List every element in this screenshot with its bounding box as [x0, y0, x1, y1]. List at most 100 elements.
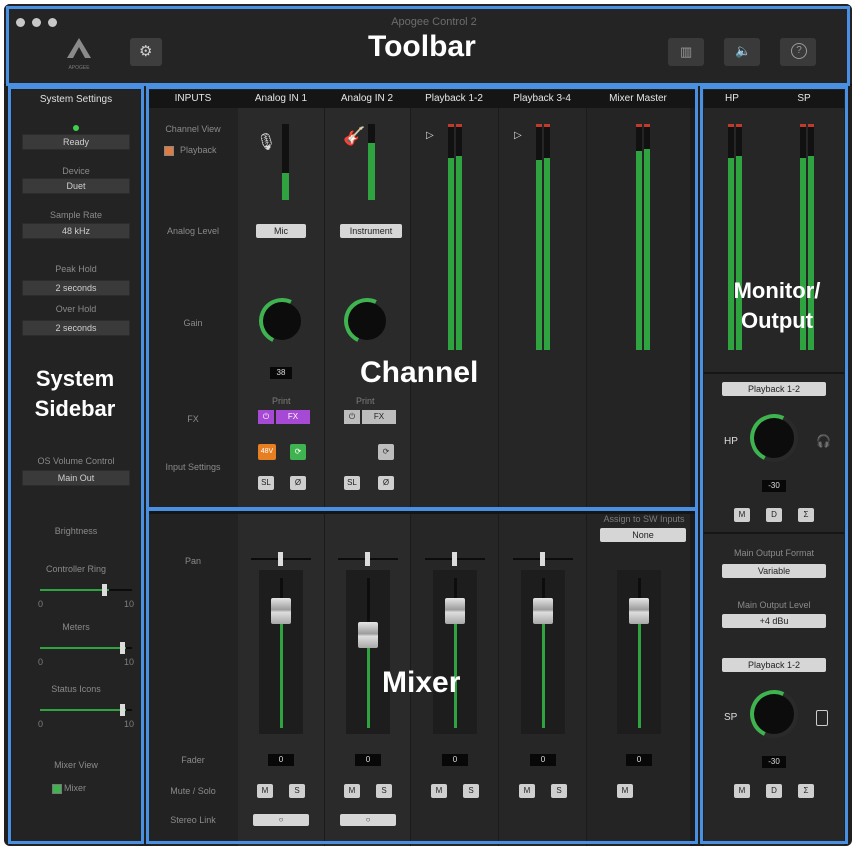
peak-hold-select[interactable]: 2 seconds: [22, 280, 130, 296]
in2-fx-power-button[interactable]: ⏻: [344, 410, 360, 424]
speaker-icon: 🔈: [735, 43, 752, 58]
meters-view-button[interactable]: ▥: [668, 38, 704, 66]
meters-slider[interactable]: [40, 642, 132, 654]
slider-fill: [40, 589, 109, 591]
in1-link-button[interactable]: ⟳: [290, 444, 306, 460]
settings-button[interactable]: ⚙: [130, 38, 162, 66]
brightness-label: Brightness: [54, 526, 98, 536]
sp-mono-button[interactable]: Σ: [798, 784, 814, 798]
pb34-solo-button[interactable]: S: [551, 784, 567, 798]
hp-dim-button[interactable]: D: [766, 508, 782, 522]
channel-view-label: Channel View: [165, 124, 221, 134]
pan-handle[interactable]: [452, 552, 457, 566]
pb12-fader-cap[interactable]: [445, 598, 465, 624]
in1-sl-button[interactable]: SL: [258, 476, 274, 490]
monitor-output-panel: HP SP Playback 1-2 HP 🎧 -30 M D Σ Main O…: [704, 90, 844, 846]
monitor-divider-1: [704, 372, 844, 374]
in2-mute-button[interactable]: M: [344, 784, 360, 798]
status-icons-max: 10: [124, 719, 135, 729]
master-mute-button[interactable]: M: [617, 784, 633, 798]
pan-handle[interactable]: [365, 552, 370, 566]
in1-48v-button[interactable]: 48V: [258, 444, 276, 460]
logo-text: APOGEE: [68, 65, 90, 71]
in2-fader-value: 0: [355, 754, 381, 766]
header-sp: SP: [797, 93, 811, 104]
pan-handle[interactable]: [278, 552, 283, 566]
pb12-fader-value: 0: [442, 754, 468, 766]
in2-pan-slider[interactable]: [338, 552, 398, 566]
pb34-meter-left: [536, 124, 542, 350]
sp-dim-button[interactable]: D: [766, 784, 782, 798]
slider-handle[interactable]: [102, 584, 107, 596]
in1-solo-button[interactable]: S: [289, 784, 305, 798]
in1-analog-level-select[interactable]: Mic: [256, 224, 306, 238]
meter-peak: [736, 124, 742, 127]
sp-source-select[interactable]: Playback 1-2: [722, 658, 826, 672]
refresh-icon: ⟳: [382, 447, 390, 456]
status-icons-slider[interactable]: [40, 704, 132, 716]
pan-handle[interactable]: [540, 552, 545, 566]
in2-meter: [368, 124, 375, 200]
fx-label: FX: [187, 414, 199, 424]
in2-phase-button[interactable]: Ø: [378, 476, 394, 490]
minimize-dot[interactable]: [32, 18, 41, 27]
hp-mute-button[interactable]: M: [734, 508, 750, 522]
sp-mute-button[interactable]: M: [734, 784, 750, 798]
speaker-button[interactable]: 🔈: [724, 38, 760, 66]
main-output-format-select[interactable]: Variable: [722, 564, 826, 578]
playback-checkbox[interactable]: [164, 146, 174, 156]
mixer-view-checkbox[interactable]: [52, 784, 62, 794]
meter-fill: [282, 173, 289, 200]
pb34-fader-cap[interactable]: [533, 598, 553, 624]
in2-sl-button[interactable]: SL: [344, 476, 360, 490]
pb12-pan-slider[interactable]: [425, 552, 485, 566]
os-volume-label: OS Volume Control: [37, 456, 115, 466]
in2-print-label: Print: [356, 396, 375, 406]
hp-mono-button[interactable]: Σ: [798, 508, 814, 522]
in1-mute-button[interactable]: M: [257, 784, 273, 798]
meter-fill: [536, 160, 542, 350]
window-title: Apogee Control 2: [391, 16, 477, 28]
in2-fader-cap[interactable]: [358, 622, 378, 648]
pb34-pan-slider[interactable]: [513, 552, 573, 566]
over-hold-select[interactable]: 2 seconds: [22, 320, 130, 336]
zoom-dot[interactable]: [48, 18, 57, 27]
close-dot[interactable]: [16, 18, 25, 27]
mixer-view-label: Mixer View: [54, 760, 98, 770]
in2-link-button[interactable]: ⟳: [378, 444, 394, 460]
slider-handle[interactable]: [120, 704, 125, 716]
sp-volume-knob[interactable]: [743, 683, 805, 745]
hp-knob-label: HP: [724, 436, 738, 447]
master-fader-cap[interactable]: [629, 598, 649, 624]
device-select[interactable]: Duet: [22, 178, 130, 194]
hp-source-select[interactable]: Playback 1-2: [722, 382, 826, 396]
in1-fx-button[interactable]: FX: [276, 410, 310, 424]
meter-fill: [544, 157, 550, 350]
monitor-divider-2: [704, 532, 844, 534]
sidebar-title: System Settings: [39, 94, 113, 105]
in2-fx-button[interactable]: FX: [362, 410, 396, 424]
hp-volume-knob[interactable]: [743, 407, 805, 469]
in2-gain-knob[interactable]: [337, 291, 397, 351]
controller-ring-max: 10: [124, 599, 135, 609]
sample-rate-select[interactable]: 48 kHz: [22, 223, 130, 239]
in1-fx-power-button[interactable]: ⏻: [258, 410, 274, 424]
mute-solo-label: Mute / Solo: [170, 786, 216, 796]
in2-solo-button[interactable]: S: [376, 784, 392, 798]
assign-sw-inputs-select[interactable]: None: [600, 528, 686, 542]
in1-stereo-link-button[interactable]: ○: [253, 814, 309, 826]
pb12-solo-button[interactable]: S: [463, 784, 479, 798]
in2-stereo-link-button[interactable]: ○: [340, 814, 396, 826]
in1-phase-button[interactable]: Ø: [290, 476, 306, 490]
pb34-mute-button[interactable]: M: [519, 784, 535, 798]
in1-pan-slider[interactable]: [251, 552, 311, 566]
pb12-mute-button[interactable]: M: [431, 784, 447, 798]
os-volume-select[interactable]: Main Out: [22, 470, 130, 486]
in1-fader-cap[interactable]: [271, 598, 291, 624]
slider-handle[interactable]: [120, 642, 125, 654]
in2-analog-level-select[interactable]: Instrument: [340, 224, 402, 238]
help-button[interactable]: ?: [780, 38, 816, 66]
main-output-level-select[interactable]: +4 dBu: [722, 614, 826, 628]
in1-gain-knob[interactable]: [252, 291, 312, 351]
controller-ring-slider[interactable]: [40, 584, 132, 596]
